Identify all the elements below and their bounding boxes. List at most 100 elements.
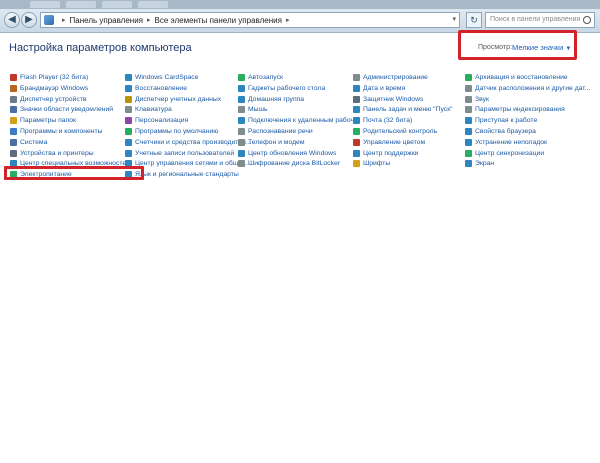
control-panel-item[interactable]: Подключения к удаленным рабоч... <box>238 115 360 126</box>
item-icon <box>353 95 360 103</box>
view-mode-value: Мелкие значки <box>512 43 564 52</box>
control-panel-item[interactable]: Управление цветом <box>353 137 425 148</box>
control-panel-item[interactable]: Архивация и восстановление <box>465 72 568 83</box>
item-icon <box>465 149 472 157</box>
control-panel-item[interactable]: Экран <box>465 158 494 169</box>
control-panel-item[interactable]: Администрирование <box>353 72 428 83</box>
control-panel-item[interactable]: Диспетчер устройств <box>10 94 86 105</box>
item-icon <box>353 160 360 168</box>
item-label: Распознавание речи <box>248 128 313 135</box>
item-label: Персонализация <box>135 117 189 125</box>
tab[interactable] <box>102 1 132 8</box>
chevron-right-icon: ▸ <box>285 17 290 24</box>
control-panel-item[interactable]: Клавиатура <box>125 104 172 115</box>
control-panel-item[interactable]: Центр обновления Windows <box>238 148 336 159</box>
item-label: Домашняя группа <box>248 95 305 103</box>
item-icon <box>465 160 472 168</box>
control-panel-item[interactable]: Центр синхронизации <box>465 148 544 159</box>
item-icon <box>125 95 132 103</box>
control-panel-item[interactable]: Шрифты <box>353 158 390 169</box>
control-panel-item[interactable]: Значки области уведомлений <box>10 104 113 115</box>
item-label: Шрифты <box>363 160 391 168</box>
control-panel-item[interactable]: Почта (32 бита) <box>353 115 412 126</box>
item-icon <box>10 84 17 92</box>
back-button[interactable]: ◀ <box>4 12 20 28</box>
view-mode-dropdown[interactable]: Мелкие значки ▼ <box>512 43 571 52</box>
item-icon <box>353 106 360 114</box>
item-icon <box>353 117 360 125</box>
control-panel-item[interactable]: Восстановление <box>125 83 187 94</box>
control-panel-item[interactable]: Звук <box>465 94 489 105</box>
item-label: Дата и время <box>363 84 406 92</box>
item-icon <box>238 117 245 125</box>
search-input[interactable]: Поиск в панели управления <box>485 12 595 28</box>
item-icon <box>10 95 17 103</box>
address-bar[interactable]: ▸ Панель управления ▸ Все элементы панел… <box>40 12 460 28</box>
control-panel-item[interactable]: Параметры папок <box>10 115 76 126</box>
chevron-right-icon: ▸ <box>147 17 151 24</box>
control-panel-item[interactable]: Свойства браузера <box>465 126 536 137</box>
item-label: Мышь <box>248 106 268 114</box>
item-icon <box>465 138 472 146</box>
tab[interactable] <box>138 1 168 8</box>
item-icon <box>465 84 472 92</box>
control-panel-item[interactable]: Счетчики и средства производител... <box>125 137 252 148</box>
forward-button[interactable]: ▶ <box>21 12 37 28</box>
item-label: Устранение неполадок <box>475 138 547 146</box>
chevron-down-icon: ▼ <box>565 46 572 52</box>
control-panel-item[interactable]: Персонализация <box>125 115 188 126</box>
control-panel-item[interactable]: Брандмауэр Windows <box>10 83 88 94</box>
tab[interactable] <box>66 1 96 8</box>
item-icon <box>125 138 132 146</box>
item-icon <box>353 138 360 146</box>
control-panel-item[interactable]: Панель задач и меню "Пуск" <box>353 104 453 115</box>
chevron-down-icon[interactable]: ▾ <box>452 15 456 23</box>
item-label: Подключения к удаленным рабоч... <box>248 117 360 125</box>
refresh-button[interactable]: ↻ <box>466 12 482 28</box>
control-panel-item[interactable]: Параметры индексирования <box>465 104 565 115</box>
item-icon <box>353 84 360 92</box>
control-panel-item[interactable]: Устранение неполадок <box>465 137 547 148</box>
item-label: Звук <box>475 95 489 103</box>
breadcrumb-control-panel[interactable]: Панель управления <box>70 16 144 25</box>
control-panel-item[interactable]: Программы и компоненты <box>10 126 103 137</box>
control-panel-item[interactable]: Система <box>10 137 47 148</box>
control-panel-item[interactable]: Мышь <box>238 104 268 115</box>
item-icon <box>353 149 360 157</box>
control-panel-item[interactable]: Flash Player (32 бита) <box>10 72 88 83</box>
breadcrumb-all-items[interactable]: Все элементы панели управления <box>155 16 282 25</box>
control-panel-item[interactable]: Центр поддержки <box>353 148 418 159</box>
control-panel-item[interactable]: Устройства и принтеры <box>10 148 94 159</box>
control-panel-item[interactable]: Родительский контроль <box>353 126 437 137</box>
control-panel-item[interactable]: Windows CardSpace <box>125 72 198 83</box>
item-label: Восстановление <box>135 84 187 92</box>
control-panel-item[interactable]: Телефон и модем <box>238 137 305 148</box>
control-panel-item[interactable]: Учетные записи пользователей <box>125 148 234 159</box>
item-icon <box>10 106 17 114</box>
item-icon <box>238 95 245 103</box>
control-panel-item[interactable]: Датчик расположения и другие дат... <box>465 83 590 94</box>
control-panel-item[interactable]: Шифрование диска BitLocker <box>238 158 340 169</box>
view-label: Просмотр: <box>478 44 512 51</box>
control-panel-item[interactable]: Защитник Windows <box>353 94 423 105</box>
control-panel-item[interactable]: Распознавание речи <box>238 126 313 137</box>
control-panel-item[interactable]: Дата и время <box>353 83 405 94</box>
item-label: Центр синхронизации <box>475 149 545 157</box>
control-panel-item[interactable]: Программы по умолчанию <box>125 126 218 137</box>
item-label: Параметры папок <box>20 117 77 125</box>
control-panel-item[interactable]: Приступая к работе <box>465 115 537 126</box>
item-label: Диспетчер устройств <box>20 95 87 103</box>
item-label: Система <box>20 138 48 146</box>
control-panel-item[interactable]: Домашняя группа <box>238 94 304 105</box>
item-label: Экран <box>475 160 495 168</box>
item-label: Защитник Windows <box>363 95 424 103</box>
control-panel-item[interactable]: Автозапуск <box>238 72 283 83</box>
item-label: Клавиатура <box>135 106 172 114</box>
control-panel-item[interactable]: Диспетчер учетных данных <box>125 94 221 105</box>
tab[interactable] <box>30 1 60 8</box>
item-label: Параметры индексирования <box>475 106 565 114</box>
control-panel-item[interactable]: Гаджеты рабочего стола <box>238 83 325 94</box>
item-label: Датчик расположения и другие дат... <box>475 84 591 92</box>
item-label: Язык и региональные стандарты <box>135 171 239 179</box>
item-label: Значки области уведомлений <box>20 106 114 114</box>
